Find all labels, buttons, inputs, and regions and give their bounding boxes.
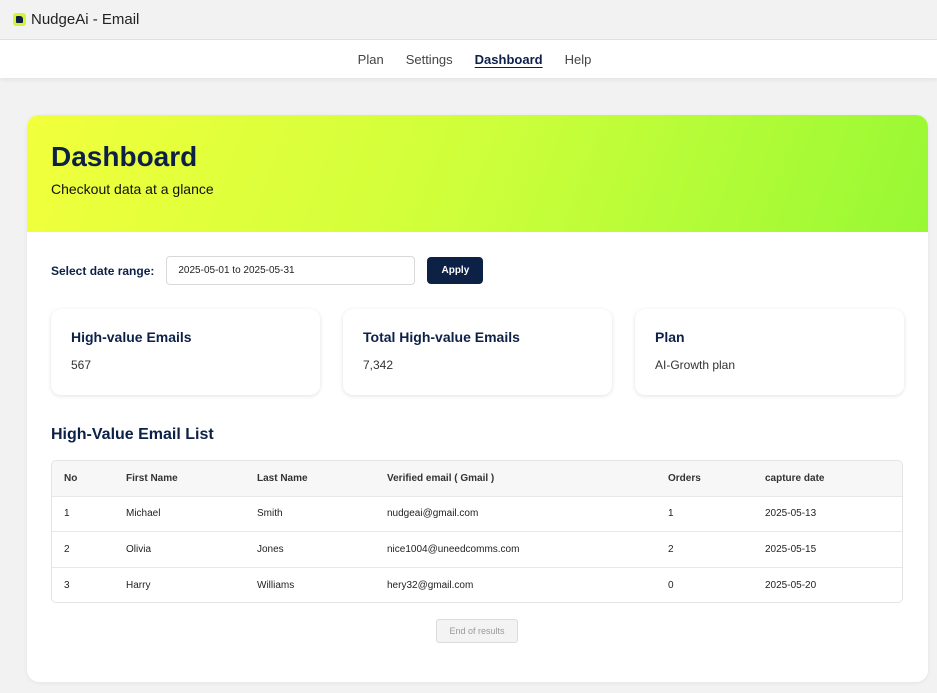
end-of-results-button: End of results: [436, 619, 518, 643]
top-nav: Plan Settings Dashboard Help: [0, 40, 937, 78]
cell-capture-date: 2025-05-20: [765, 579, 817, 591]
cell-email: nice1004@uneedcomms.com: [387, 543, 520, 555]
stat-card-plan: Plan AI-Growth plan: [635, 309, 904, 395]
stats-row: High-value Emails 567 Total High-value E…: [51, 309, 904, 395]
table-row: 2 Olivia Jones nice1004@uneedcomms.com 2…: [52, 531, 902, 568]
cell-no: 2: [64, 543, 70, 555]
dashboard-card: Dashboard Checkout data at a glance Sele…: [27, 115, 928, 682]
email-list-title: High-Value Email List: [51, 426, 214, 443]
column-header-last-name: Last Name: [257, 472, 308, 484]
cell-no: 1: [64, 508, 70, 520]
cell-orders: 1: [668, 508, 674, 520]
cell-first-name: Harry: [126, 579, 151, 591]
nav-plan[interactable]: Plan: [358, 52, 384, 67]
nudgeai-logo-icon: [13, 13, 26, 26]
stat-value: AI-Growth plan: [655, 358, 736, 372]
app-title: NudgeAi - Email: [31, 11, 140, 28]
stat-value: 7,342: [363, 358, 394, 372]
stat-title: Total High-value Emails: [363, 329, 520, 345]
cell-last-name: Smith: [257, 508, 283, 520]
table-row: 1 Michael Smith nudgeai@gmail.com 1 2025…: [52, 496, 902, 532]
nav-settings[interactable]: Settings: [406, 52, 453, 67]
apply-button[interactable]: Apply: [427, 257, 484, 284]
page-subtitle: Checkout data at a glance: [51, 181, 214, 197]
hero-banner: Dashboard Checkout data at a glance: [27, 115, 928, 232]
column-header-orders: Orders: [668, 472, 701, 484]
cell-first-name: Olivia: [126, 543, 152, 555]
column-header-first-name: First Name: [126, 472, 178, 484]
cell-email: nudgeai@gmail.com: [387, 508, 479, 520]
date-filter: Select date range: Apply: [51, 256, 484, 285]
cell-no: 3: [64, 579, 70, 591]
cell-orders: 0: [668, 579, 674, 591]
email-table: No First Name Last Name Verified email (…: [51, 460, 903, 603]
stat-title: High-value Emails: [71, 329, 192, 345]
date-range-input[interactable]: [166, 256, 416, 285]
cell-last-name: Jones: [257, 543, 284, 555]
column-header-no: No: [64, 472, 78, 484]
nav-dashboard[interactable]: Dashboard: [475, 52, 543, 67]
page-title: Dashboard: [51, 141, 198, 172]
cell-orders: 2: [668, 543, 674, 555]
stat-title: Plan: [655, 329, 685, 345]
nav-help[interactable]: Help: [565, 52, 592, 67]
table-row: 3 Harry Williams hery32@gmail.com 0 2025…: [52, 567, 902, 602]
stat-value: 567: [71, 358, 92, 372]
column-header-email: Verified email ( Gmail ): [387, 472, 495, 484]
title-bar: NudgeAi - Email: [0, 0, 937, 40]
date-range-label: Select date range:: [51, 263, 155, 278]
stat-card-total-high-value: Total High-value Emails 7,342: [343, 309, 612, 395]
cell-capture-date: 2025-05-15: [765, 543, 817, 555]
stat-card-high-value: High-value Emails 567: [51, 309, 320, 395]
cell-capture-date: 2025-05-13: [765, 508, 817, 520]
table-header-row: No First Name Last Name Verified email (…: [52, 461, 902, 496]
column-header-capture-date: capture date: [765, 472, 825, 484]
cell-first-name: Michael: [126, 508, 161, 520]
cell-last-name: Williams: [257, 579, 295, 591]
cell-email: hery32@gmail.com: [387, 579, 474, 591]
